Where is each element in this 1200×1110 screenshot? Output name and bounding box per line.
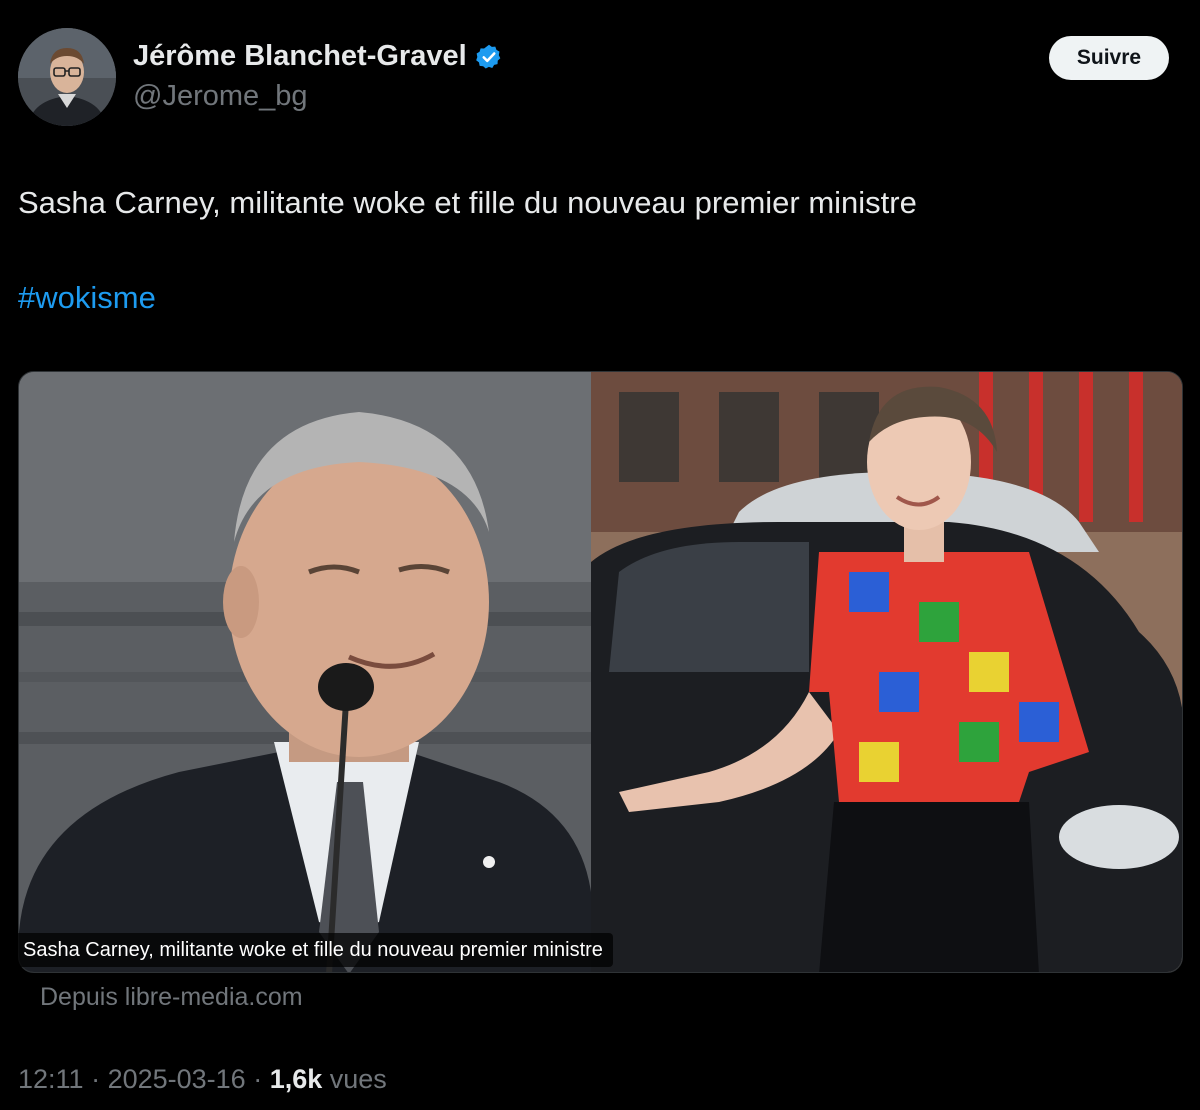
media-caption: Sasha Carney, militante woke et fille du…	[15, 933, 613, 967]
display-name-text: Jérôme Blanchet-Gravel	[133, 40, 467, 72]
follow-button[interactable]: Suivre	[1049, 36, 1169, 80]
tweet-text: Sasha Carney, militante woke et fille du…	[18, 185, 917, 220]
views-label: vues	[322, 1064, 387, 1094]
handle[interactable]: @Jerome_bg	[133, 80, 308, 113]
link-source[interactable]: Depuis libre-media.com	[40, 983, 303, 1012]
media-card[interactable]	[18, 371, 1183, 973]
hashtag-link[interactable]: #wokisme	[18, 280, 156, 316]
right-photo	[591, 372, 1182, 972]
avatar[interactable]	[18, 28, 116, 126]
display-name[interactable]: Jérôme Blanchet-Gravel	[133, 40, 503, 73]
media-image	[19, 372, 1182, 972]
verified-badge-icon	[475, 44, 500, 69]
tweet-meta: 12:11 · 2025-03-16 · 1,6k vues	[18, 1064, 387, 1095]
meta-separator-2: ·	[245, 1064, 270, 1094]
avatar-image	[18, 28, 116, 126]
tweet-header: Jérôme Blanchet-Gravel @Jerome_bg Suivre	[0, 0, 1200, 140]
tweet-time[interactable]: 12:11	[18, 1064, 84, 1094]
views-count: 1,6k	[269, 1064, 323, 1094]
tweet-date[interactable]: 2025-03-16	[108, 1064, 246, 1094]
left-photo	[19, 372, 591, 972]
meta-separator: ·	[83, 1064, 108, 1094]
